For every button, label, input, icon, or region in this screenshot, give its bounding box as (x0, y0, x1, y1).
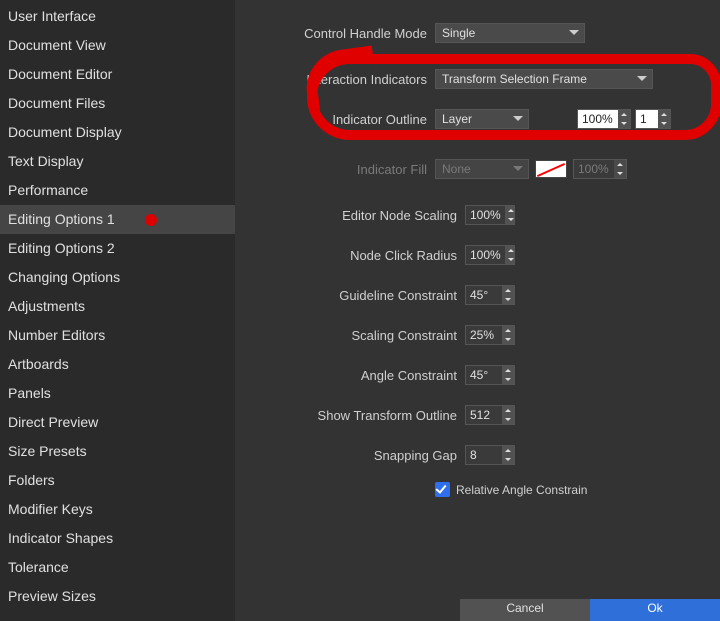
sidebar-item-changing-options[interactable]: Changing Options (0, 263, 235, 292)
show-transform-outline-stepper[interactable]: 512 (465, 405, 515, 425)
interaction-indicators-value: Transform Selection Frame (442, 72, 587, 86)
sidebar-item-document-files[interactable]: Document Files (0, 89, 235, 118)
indicator-outline-opacity-stepper[interactable]: 100% (577, 109, 631, 129)
sidebar: User Interface Document View Document Ed… (0, 0, 235, 621)
indicator-outline-label: Indicator Outline (235, 112, 435, 127)
sidebar-item-document-display[interactable]: Document Display (0, 118, 235, 147)
control-handle-mode-dropdown[interactable]: Single (435, 23, 585, 43)
sidebar-item-preview-sizes[interactable]: Preview Sizes (0, 582, 235, 611)
indicator-outline-value: Layer (442, 112, 472, 126)
editor-node-scaling-value: 100% (466, 206, 505, 224)
indicator-outline-width-value: 1 (636, 110, 658, 128)
node-click-radius-value: 100% (466, 246, 505, 264)
sidebar-item-tolerance[interactable]: Tolerance (0, 553, 235, 582)
sidebar-item-size-presets[interactable]: Size Presets (0, 437, 235, 466)
sidebar-item-user-interface[interactable]: User Interface (0, 2, 235, 31)
sidebar-item-adjustments[interactable]: Adjustments (0, 292, 235, 321)
relative-angle-constrain-row[interactable]: Relative Angle Constrain (435, 482, 587, 497)
relative-angle-constrain-checkbox[interactable] (435, 482, 450, 497)
sidebar-item-direct-preview[interactable]: Direct Preview (0, 408, 235, 437)
sidebar-item-panels[interactable]: Panels (0, 379, 235, 408)
scaling-constraint-label: Scaling Constraint (235, 328, 465, 343)
chevron-down-icon (569, 30, 579, 35)
interaction-indicators-dropdown[interactable]: Transform Selection Frame (435, 69, 653, 89)
sidebar-item-performance[interactable]: Performance (0, 176, 235, 205)
settings-panel: Control Handle Mode Single Interaction I… (235, 0, 720, 621)
chevron-down-icon (513, 116, 523, 121)
sidebar-item-modifier-keys[interactable]: Modifier Keys (0, 495, 235, 524)
indicator-fill-swatch (535, 160, 567, 178)
sidebar-item-folders[interactable]: Folders (0, 466, 235, 495)
show-transform-outline-value: 512 (466, 406, 502, 424)
sidebar-item-artboards[interactable]: Artboards (0, 350, 235, 379)
dialog-buttons: Cancel Ok (460, 599, 720, 621)
indicator-outline-opacity-value: 100% (578, 110, 618, 128)
sidebar-item-editing-options-1[interactable]: Editing Options 1 (0, 205, 235, 234)
indicator-fill-opacity-stepper: 100% (573, 159, 627, 179)
control-handle-mode-label: Control Handle Mode (235, 26, 435, 41)
show-transform-outline-label: Show Transform Outline (235, 408, 465, 423)
indicator-fill-dropdown: None (435, 159, 529, 179)
chevron-down-icon (513, 166, 523, 171)
indicator-fill-opacity-value: 100% (574, 160, 614, 178)
angle-constraint-label: Angle Constraint (235, 368, 465, 383)
sidebar-item-editing-options-2[interactable]: Editing Options 2 (0, 234, 235, 263)
indicator-outline-dropdown[interactable]: Layer (435, 109, 529, 129)
indicator-fill-label: Indicator Fill (235, 162, 435, 177)
guideline-constraint-label: Guideline Constraint (235, 288, 465, 303)
sidebar-item-number-editors[interactable]: Number Editors (0, 321, 235, 350)
sidebar-item-text-display[interactable]: Text Display (0, 147, 235, 176)
node-click-radius-stepper[interactable]: 100% (465, 245, 515, 265)
guideline-constraint-stepper[interactable]: 45° (465, 285, 515, 305)
snapping-gap-stepper[interactable]: 8 (465, 445, 515, 465)
control-handle-mode-value: Single (442, 26, 475, 40)
sidebar-item-document-view[interactable]: Document View (0, 31, 235, 60)
cancel-button[interactable]: Cancel (460, 599, 590, 621)
angle-constraint-value: 45° (466, 366, 502, 384)
snapping-gap-label: Snapping Gap (235, 448, 465, 463)
relative-angle-constrain-label: Relative Angle Constrain (456, 483, 587, 497)
editor-node-scaling-label: Editor Node Scaling (235, 208, 465, 223)
snapping-gap-value: 8 (466, 446, 502, 464)
chevron-down-icon (637, 76, 647, 81)
indicator-fill-value: None (442, 162, 471, 176)
editor-node-scaling-stepper[interactable]: 100% (465, 205, 515, 225)
sidebar-item-indicator-shapes[interactable]: Indicator Shapes (0, 524, 235, 553)
sidebar-item-document-editor[interactable]: Document Editor (0, 60, 235, 89)
guideline-constraint-value: 45° (466, 286, 502, 304)
indicator-outline-width-stepper[interactable]: 1 (635, 109, 671, 129)
ok-button[interactable]: Ok (590, 599, 720, 621)
scaling-constraint-stepper[interactable]: 25% (465, 325, 515, 345)
interaction-indicators-label: Interaction Indicators (235, 72, 435, 87)
scaling-constraint-value: 25% (466, 326, 502, 344)
angle-constraint-stepper[interactable]: 45° (465, 365, 515, 385)
node-click-radius-label: Node Click Radius (235, 248, 465, 263)
